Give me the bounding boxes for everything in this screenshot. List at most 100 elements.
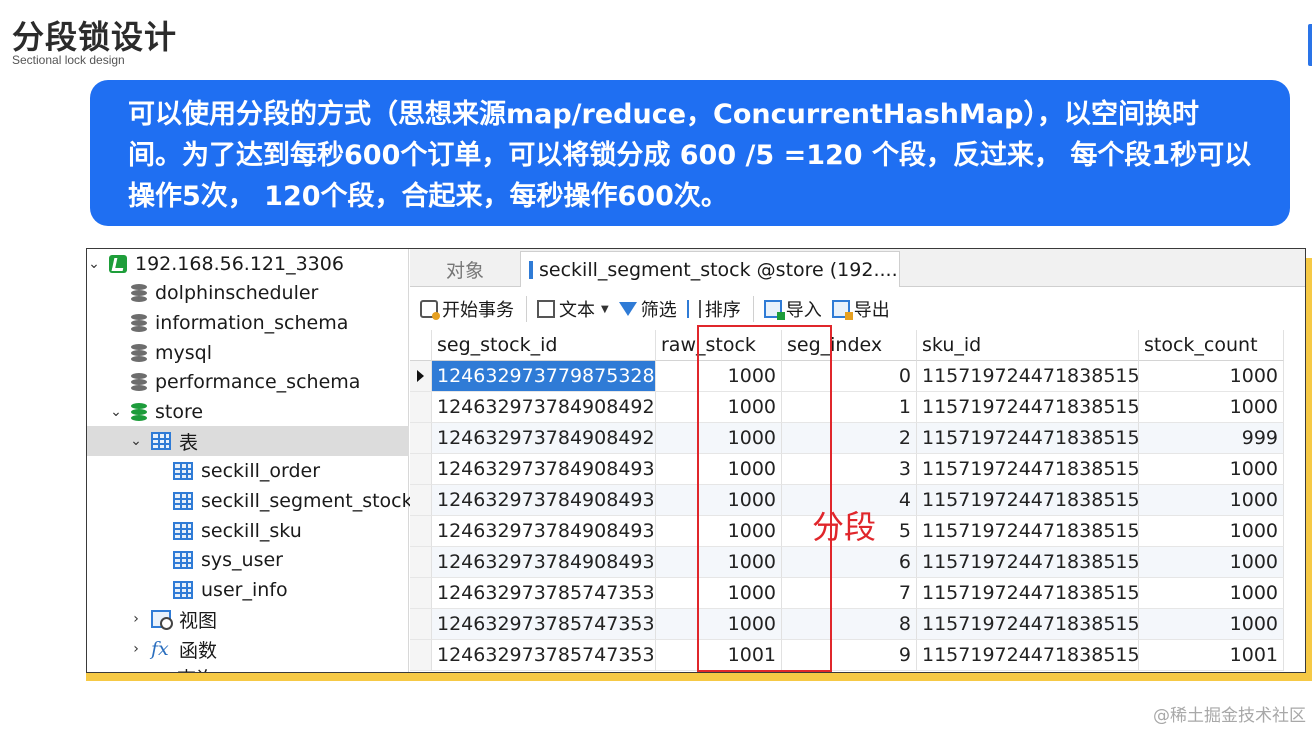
tab-seckill-segment-stock[interactable]: seckill_segment_stock @store (192....: [520, 251, 900, 287]
table-row[interactable]: 1246329737857473536 1000 7 1157197244718…: [410, 578, 1305, 609]
button-label: 导入: [785, 300, 822, 321]
table-cell[interactable]: 1157197244718385152: [917, 547, 1139, 578]
tree-db-information-schema[interactable]: information_schema: [131, 308, 348, 338]
tab-objects[interactable]: 对象: [410, 251, 520, 287]
table-cell[interactable]: 1157197244718385152: [917, 516, 1139, 547]
table-cell[interactable]: 1246329737849084931: [432, 485, 656, 516]
table-cell[interactable]: 1000: [1139, 547, 1284, 578]
tree-table-user-info[interactable]: user_info: [173, 575, 288, 605]
table-cell[interactable]: 1157197244718385152: [917, 454, 1139, 485]
current-row-icon: [417, 370, 424, 382]
watermark: @稀土掘金技术社区: [1153, 706, 1306, 726]
text-button[interactable]: 文本 ▼: [537, 296, 609, 322]
table-cell[interactable]: 1246329737849084932: [432, 516, 656, 547]
column-header[interactable]: sku_id: [917, 330, 1139, 361]
table-cell[interactable]: 999: [1139, 423, 1284, 454]
table-cell[interactable]: 1000: [1139, 454, 1284, 485]
connection-label: 192.168.56.121_3306: [135, 253, 344, 275]
toolbar-divider: [526, 296, 527, 322]
tree-db-performance-schema[interactable]: performance_schema: [131, 367, 360, 397]
table-cell[interactable]: 1246329737857473537: [432, 609, 656, 640]
row-selector[interactable]: [410, 423, 432, 454]
tab-label: seckill_segment_stock @store (192....: [539, 258, 898, 281]
button-label: 筛选: [640, 300, 677, 321]
import-button[interactable]: 导入: [763, 296, 822, 322]
table-cell[interactable]: 1246329737849084929: [432, 423, 656, 454]
database-label: dolphinscheduler: [155, 282, 319, 304]
tree-connection[interactable]: ⌄ 192.168.56.121_3306: [87, 249, 344, 279]
row-selector[interactable]: [410, 547, 432, 578]
column-header[interactable]: stock_count: [1139, 330, 1284, 361]
table-cell[interactable]: 1000: [1139, 392, 1284, 423]
row-selector[interactable]: [410, 392, 432, 423]
chevron-down-icon[interactable]: ⌄: [129, 433, 143, 449]
chevron-down-icon[interactable]: ⌄: [109, 404, 123, 420]
chevron-right-icon[interactable]: ›: [129, 641, 143, 657]
chevron-right-icon[interactable]: ›: [129, 669, 143, 672]
table-cell[interactable]: 1157197244718385152: [917, 609, 1139, 640]
table-cell[interactable]: 1000: [1139, 516, 1284, 547]
tree-functions-folder[interactable]: › fx 函数: [129, 634, 217, 664]
table-cell[interactable]: 1157197244718385152: [917, 578, 1139, 609]
table-cell[interactable]: 1246329737849084930: [432, 454, 656, 485]
toolbar: 开始事务 文本 ▼ 筛选 排序 导入 导出: [410, 288, 1305, 330]
row-selector[interactable]: [410, 516, 432, 547]
callout-text: 可以使用分段的方式（思想来源map/reduce，ConcurrentHashM…: [128, 99, 1252, 212]
tree-table-sys-user[interactable]: sys_user: [173, 545, 283, 575]
table-cell[interactable]: 1246329737849084928: [432, 392, 656, 423]
database-icon: [131, 313, 147, 333]
tree-db-dolphinscheduler[interactable]: dolphinscheduler: [131, 278, 318, 308]
tree-tables-folder[interactable]: ⌄ 表: [87, 426, 409, 456]
tree-table-seckill-sku[interactable]: seckill_sku: [173, 516, 302, 546]
table-cell[interactable]: 1246329737857473538: [432, 640, 656, 671]
filter-button[interactable]: 筛选: [618, 296, 677, 322]
table-row[interactable]: 1246329737849084929 1000 2 1157197244718…: [410, 423, 1305, 454]
table-cell[interactable]: 1157197244718385152: [917, 361, 1139, 392]
seg-index-highlight-box: [697, 325, 832, 672]
sort-button[interactable]: 排序: [686, 296, 741, 322]
table-cell[interactable]: 1000: [1139, 609, 1284, 640]
row-selector[interactable]: [410, 485, 432, 516]
table-cell[interactable]: 1157197244718385152: [917, 392, 1139, 423]
table-row[interactable]: 1246329737849084928 1000 1 1157197244718…: [410, 392, 1305, 423]
row-selector[interactable]: [410, 361, 432, 392]
table-cell[interactable]: 1157197244718385152: [917, 423, 1139, 454]
table-cell[interactable]: 1000: [1139, 578, 1284, 609]
folder-label: 查询: [177, 664, 215, 673]
table-row[interactable]: 1246329737849084933 1000 6 1157197244718…: [410, 547, 1305, 578]
table-cell[interactable]: 1001: [1139, 640, 1284, 671]
table-cell[interactable]: 1157197244718385152: [917, 485, 1139, 516]
view-icon: [151, 610, 173, 630]
database-label: store: [155, 401, 204, 423]
table-row[interactable]: 1246329737798753280 1000 0 1157197244718…: [410, 361, 1305, 392]
tree-views-folder[interactable]: › 视图: [129, 604, 217, 634]
row-selector[interactable]: [410, 640, 432, 671]
row-selector[interactable]: [410, 454, 432, 485]
caret-down-icon[interactable]: ▼: [601, 304, 609, 315]
table-cell[interactable]: 1246329737849084933: [432, 547, 656, 578]
table-row[interactable]: 1246329737857473538 1001 9 1157197244718…: [410, 640, 1305, 671]
tree-table-seckill-segment-stock[interactable]: seckill_segment_stock: [173, 486, 413, 516]
button-label: 排序: [704, 300, 741, 321]
tree-table-seckill-order[interactable]: seckill_order: [173, 456, 320, 486]
table-cell[interactable]: 1000: [1139, 485, 1284, 516]
tree-queries-folder[interactable]: › 查询: [129, 662, 215, 673]
chevron-right-icon[interactable]: ›: [129, 611, 143, 627]
table-cell[interactable]: 1157197244718385152: [917, 640, 1139, 671]
table-row[interactable]: 1246329737857473537 1000 8 1157197244718…: [410, 609, 1305, 640]
row-selector[interactable]: [410, 609, 432, 640]
table-cell[interactable]: 1246329737798753280: [432, 361, 656, 392]
folder-label: 视图: [179, 609, 218, 632]
export-button[interactable]: 导出: [831, 296, 890, 322]
column-header[interactable]: seg_stock_id: [432, 330, 656, 361]
explanation-callout: 可以使用分段的方式（思想来源map/reduce，ConcurrentHashM…: [90, 80, 1290, 226]
tree-db-mysql[interactable]: mysql: [131, 338, 212, 368]
object-tree: ⌄ 192.168.56.121_3306 dolphinscheduler i…: [87, 249, 413, 673]
tree-db-store[interactable]: ⌄ store: [109, 397, 203, 427]
table-row[interactable]: 1246329737849084930 1000 3 1157197244718…: [410, 454, 1305, 485]
chevron-down-icon[interactable]: ⌄: [87, 256, 101, 272]
table-cell[interactable]: 1000: [1139, 361, 1284, 392]
begin-transaction-button[interactable]: 开始事务: [420, 296, 514, 322]
row-selector[interactable]: [410, 578, 432, 609]
table-cell[interactable]: 1246329737857473536: [432, 578, 656, 609]
